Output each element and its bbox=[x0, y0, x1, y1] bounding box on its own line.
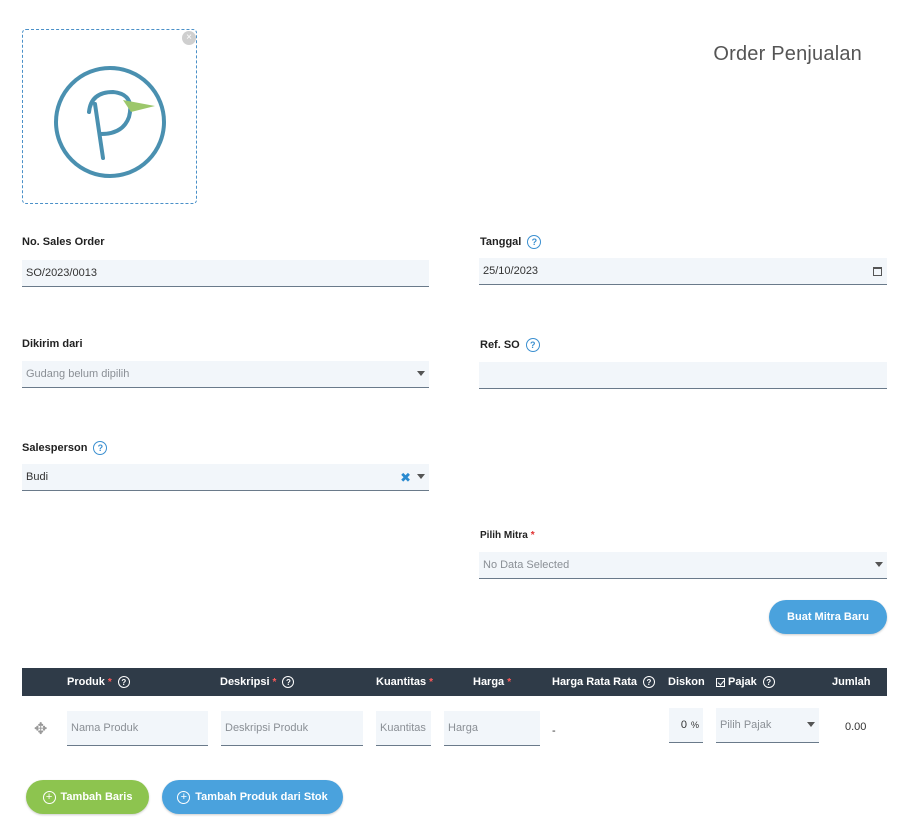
th-diskon-text: Diskon bbox=[668, 676, 705, 688]
produk-input[interactable]: Nama Produk bbox=[67, 711, 208, 746]
tambah-baris-label: Tambah Baris bbox=[60, 791, 133, 803]
harga-input[interactable]: Harga bbox=[444, 711, 540, 746]
dikirim-label: Dikirim dari bbox=[22, 338, 83, 350]
tanggal-label: Tanggal ? bbox=[480, 235, 542, 249]
required-marker: * bbox=[272, 676, 277, 688]
required-marker: * bbox=[530, 530, 535, 541]
no-so-value: SO/2023/0013 bbox=[26, 267, 97, 279]
tambah-baris-button[interactable]: + Tambah Baris bbox=[26, 780, 149, 814]
percent-unit: % bbox=[690, 720, 699, 730]
th-jumlah: Jumlah bbox=[832, 668, 871, 696]
company-logo bbox=[54, 66, 166, 178]
th-pajak-text: Pajak bbox=[728, 676, 757, 688]
th-jumlah-text: Jumlah bbox=[832, 676, 871, 688]
th-produk-text: Produk bbox=[67, 676, 105, 688]
salesperson-select[interactable]: Budi ✖ bbox=[22, 464, 429, 491]
produk-placeholder: Nama Produk bbox=[71, 722, 139, 734]
plus-circle-icon: + bbox=[177, 790, 191, 804]
diskon-value: 0 bbox=[680, 719, 687, 731]
tambah-stok-label: Tambah Produk dari Stok bbox=[195, 791, 328, 803]
salesperson-label: Salesperson ? bbox=[22, 441, 108, 455]
mitra-placeholder: No Data Selected bbox=[483, 559, 570, 571]
tanggal-value: 25/10/2023 bbox=[483, 265, 539, 277]
th-deskripsi: Deskripsi * ? bbox=[220, 668, 295, 696]
help-icon[interactable]: ? bbox=[762, 676, 775, 688]
ref-so-label-text: Ref. SO bbox=[480, 339, 520, 351]
help-icon[interactable]: ? bbox=[525, 338, 540, 352]
th-harga-rata: Harga Rata Rata ? bbox=[552, 668, 655, 696]
salesperson-value: Budi bbox=[26, 471, 49, 483]
tanggal-input[interactable]: 25/10/2023 bbox=[479, 258, 887, 285]
product-table-header: Produk * ? Deskripsi * ? Kuantitas * Har… bbox=[22, 668, 887, 696]
salesperson-label-text: Salesperson bbox=[22, 442, 88, 454]
harga-rata-value: - bbox=[552, 725, 556, 737]
th-kuantitas-text: Kuantitas bbox=[376, 676, 427, 688]
no-so-input[interactable]: SO/2023/0013 bbox=[22, 260, 429, 287]
th-harga-text: Harga bbox=[473, 676, 505, 688]
kuantitas-input[interactable]: Kuantitas bbox=[376, 711, 431, 746]
clear-icon[interactable]: ✖ bbox=[400, 470, 411, 486]
th-pajak: Pajak ? bbox=[716, 668, 775, 696]
pajak-placeholder: Pilih Pajak bbox=[720, 719, 772, 731]
tambah-produk-stok-button[interactable]: + Tambah Produk dari Stok bbox=[162, 780, 343, 814]
mitra-select[interactable]: No Data Selected bbox=[479, 552, 887, 579]
plus-circle-icon: + bbox=[42, 790, 56, 804]
dikirim-select[interactable]: Gudang belum dipilih bbox=[22, 361, 429, 388]
harga-placeholder: Harga bbox=[448, 722, 478, 734]
mitra-label-text: Pilih Mitra bbox=[480, 530, 528, 541]
logo-upload-box[interactable]: × bbox=[22, 29, 197, 204]
tanggal-label-text: Tanggal bbox=[480, 236, 522, 248]
required-marker: * bbox=[429, 676, 434, 688]
no-so-label-text: No. Sales Order bbox=[22, 236, 105, 248]
th-produk: Produk * ? bbox=[67, 668, 130, 696]
ref-so-label: Ref. SO ? bbox=[480, 338, 540, 352]
page-title: Order Penjualan bbox=[713, 43, 862, 65]
th-harga: Harga * bbox=[473, 668, 511, 696]
no-so-label: No. Sales Order bbox=[22, 236, 105, 248]
help-icon[interactable]: ? bbox=[642, 676, 655, 688]
chevron-down-icon[interactable] bbox=[875, 562, 883, 567]
jumlah-value: 0.00 bbox=[845, 721, 867, 733]
mitra-label: Pilih Mitra * bbox=[480, 530, 535, 541]
chevron-down-icon[interactable] bbox=[417, 371, 425, 376]
required-marker: * bbox=[507, 676, 512, 688]
deskripsi-placeholder: Deskripsi Produk bbox=[225, 722, 309, 734]
th-kuantitas: Kuantitas * bbox=[376, 668, 433, 696]
kuantitas-placeholder: Kuantitas bbox=[380, 722, 426, 734]
th-deskripsi-text: Deskripsi bbox=[220, 676, 270, 688]
help-icon[interactable]: ? bbox=[282, 676, 295, 688]
required-marker: * bbox=[107, 676, 112, 688]
help-icon[interactable]: ? bbox=[93, 441, 108, 455]
help-icon[interactable]: ? bbox=[117, 676, 130, 688]
chevron-down-icon[interactable] bbox=[417, 474, 425, 479]
dikirim-placeholder: Gudang belum dipilih bbox=[26, 368, 130, 380]
buat-mitra-label: Buat Mitra Baru bbox=[787, 611, 869, 623]
calendar-icon[interactable] bbox=[873, 267, 882, 276]
drag-handle-icon[interactable]: ✥ bbox=[34, 719, 47, 739]
ref-so-input[interactable] bbox=[479, 362, 887, 389]
th-diskon: Diskon bbox=[668, 668, 705, 696]
checkbox-icon[interactable] bbox=[716, 677, 725, 687]
deskripsi-input[interactable]: Deskripsi Produk bbox=[221, 711, 363, 746]
buat-mitra-baru-button[interactable]: Buat Mitra Baru bbox=[769, 600, 887, 634]
diskon-input[interactable]: 0 % bbox=[669, 708, 703, 743]
pajak-select[interactable]: Pilih Pajak bbox=[716, 708, 819, 743]
help-icon[interactable]: ? bbox=[527, 235, 542, 249]
chevron-down-icon[interactable] bbox=[807, 722, 815, 727]
close-icon[interactable]: × bbox=[182, 31, 196, 45]
th-harga-rata-text: Harga Rata Rata bbox=[552, 676, 637, 688]
dikirim-label-text: Dikirim dari bbox=[22, 338, 83, 350]
